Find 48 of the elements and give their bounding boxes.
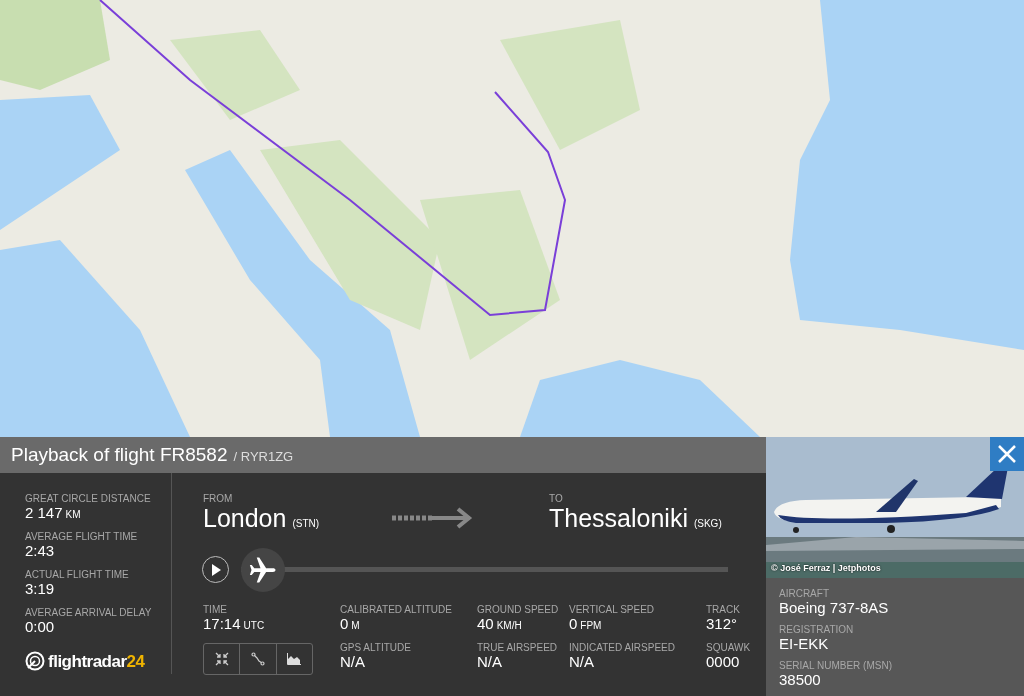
flight-title: Playback of flight FR8582	[11, 442, 228, 467]
plane-slider-thumb[interactable]	[241, 547, 285, 592]
play-icon	[210, 563, 221, 576]
telemetry-label: CALIBRATED ALTITUDE	[340, 603, 453, 615]
close-button[interactable]	[990, 437, 1024, 471]
arrows-inward-icon	[214, 651, 229, 666]
telemetry-value: 0 M	[340, 614, 361, 634]
time-label: TIME	[203, 603, 228, 615]
aircraft-value: 38500	[779, 671, 822, 688]
stat-value: 2:43	[25, 541, 56, 559]
time-value: 17:14 UTC	[203, 614, 266, 634]
area-chart-icon	[287, 652, 302, 665]
telemetry-label: GPS ALTITUDE	[340, 642, 412, 653]
aircraft-label: SERIAL NUMBER (MSN)	[779, 660, 893, 671]
telemetry-value: N/A	[340, 653, 366, 670]
telemetry-value: N/A	[569, 653, 595, 670]
aircraft-label: AIRCRAFT	[779, 588, 830, 599]
radar-logo-icon	[25, 651, 45, 672]
stat-value: 3:19	[25, 579, 56, 597]
stat-label: ACTUAL FLIGHT TIME	[25, 568, 130, 580]
logo-text: flightradar24	[48, 650, 145, 673]
telemetry-label: INDICATED AIRSPEED	[569, 642, 676, 653]
telemetry-value: 0 FPM	[569, 614, 603, 634]
photo-credit: © José Ferraz | Jetphotos	[771, 561, 881, 575]
stat-label: AVERAGE ARRIVAL DELAY	[25, 606, 153, 618]
telemetry-label: TRACK	[706, 603, 741, 615]
aircraft-label: REGISTRATION	[779, 624, 855, 635]
telemetry-label: GROUND SPEED	[477, 603, 560, 615]
telemetry-value: 312°	[706, 614, 739, 632]
stat-value: 0:00	[25, 617, 56, 635]
telemetry-label: VERTICAL SPEED	[569, 603, 656, 615]
close-icon	[997, 444, 1017, 464]
origin-city: London (STN)	[203, 503, 321, 534]
telemetry-label: SQUAWK	[706, 642, 752, 653]
telemetry-value: 40 KM/H	[477, 614, 523, 634]
connected-dots-icon	[251, 651, 265, 666]
aircraft-value: EI-EKK	[779, 635, 830, 652]
telemetry-value: N/A	[477, 653, 503, 670]
aircraft-value: Boeing 737-8AS	[779, 599, 890, 616]
stat-label: AVERAGE FLIGHT TIME	[25, 530, 139, 542]
callsign: / RYR1ZG	[233, 447, 294, 466]
stat-label: GREAT CIRCLE DISTANCE	[25, 492, 152, 504]
to-label: TO	[549, 492, 564, 504]
telemetry-value: 0000	[706, 653, 741, 670]
stat-value: 2 147 KM	[25, 503, 82, 523]
from-label: FROM	[203, 492, 234, 504]
telemetry-label: TRUE AIRSPEED	[477, 642, 559, 653]
destination-city: Thessaloniki (SKG)	[549, 503, 722, 534]
